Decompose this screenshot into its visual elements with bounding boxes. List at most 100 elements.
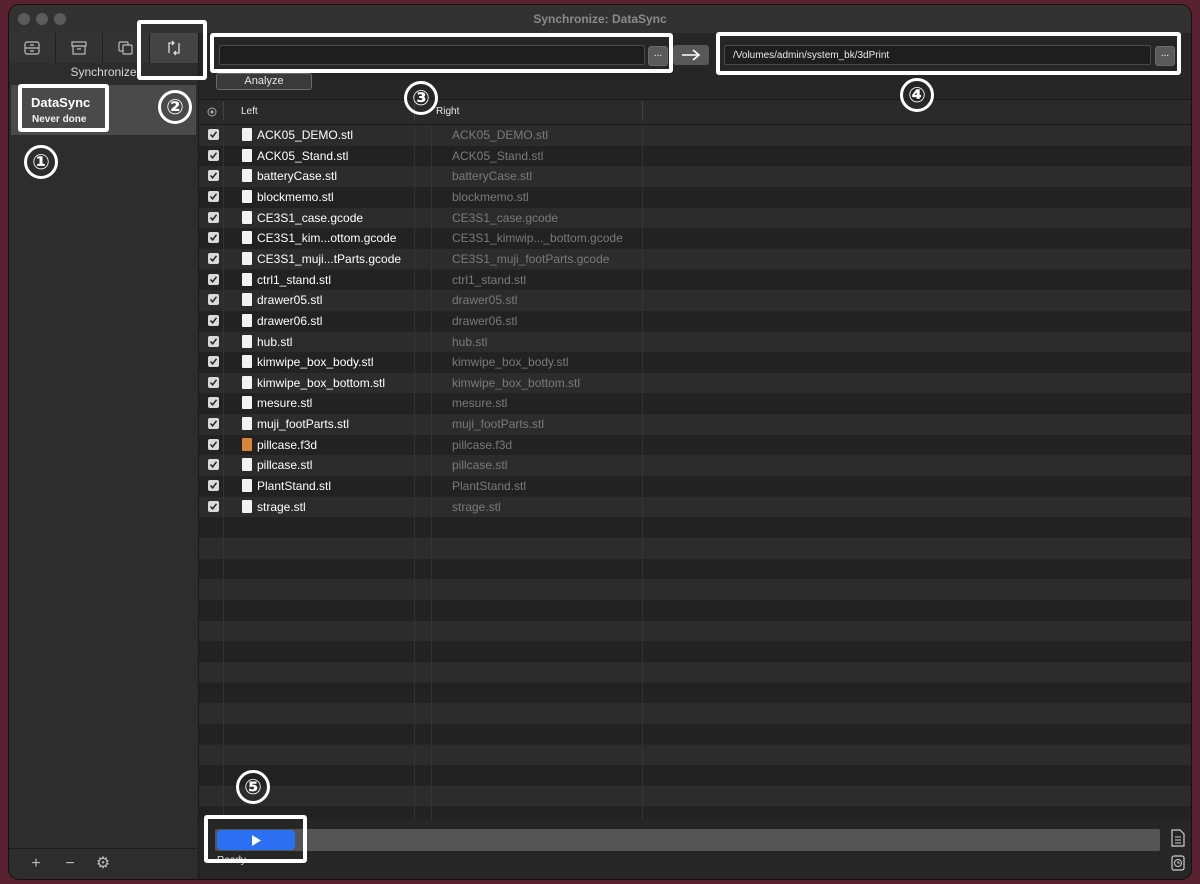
left-file-name: blockmemo.stl	[257, 189, 334, 204]
checkmark-icon	[209, 503, 218, 510]
table-row[interactable]: muji_footParts.stl muji_footParts.stl	[199, 414, 1191, 435]
column-line	[431, 125, 432, 825]
row-checkbox[interactable]	[208, 232, 219, 244]
row-checkbox[interactable]	[208, 418, 219, 430]
row-checkbox[interactable]	[208, 129, 219, 140]
table-row[interactable]: batteryCase.stl batteryCase.stl	[199, 166, 1191, 187]
row-checkbox[interactable]	[208, 480, 219, 492]
document-file-icon	[242, 417, 252, 431]
table-row[interactable]: drawer05.stl drawer05.stl	[199, 290, 1191, 311]
left-file-name: pillcase.f3d	[257, 437, 318, 452]
table-row[interactable]: CE3S1_case.gcode CE3S1_case.gcode	[199, 207, 1191, 229]
row-checkbox[interactable]	[208, 294, 219, 306]
right-file-name: blockmemo.stl	[452, 189, 529, 204]
left-file-name: CE3S1_case.gcode	[257, 210, 364, 225]
right-file-name: hub.stl	[452, 334, 488, 349]
column-line	[642, 125, 643, 825]
table-row[interactable]: hub.stl hub.stl	[199, 331, 1191, 353]
history-clock-icon[interactable]	[1171, 855, 1185, 871]
table-row[interactable]: kimwipe_box_bottom.stl kimwipe_box_bottom…	[199, 372, 1191, 394]
table-row[interactable]: ACK05_DEMO.stl ACK05_DEMO.stl	[199, 125, 1191, 146]
table-row[interactable]: strage.stl strage.stl	[199, 496, 1191, 518]
table-row[interactable]: mesure.stl mesure.stl	[199, 393, 1191, 415]
checkmark-icon	[209, 193, 218, 200]
copy-icon	[118, 41, 133, 55]
document-file-icon	[242, 148, 252, 162]
app-window: Synchronize: DataSync Synchronize DataSy…	[9, 5, 1191, 879]
left-file-name: hub.stl	[257, 334, 293, 349]
annotation-box-1	[18, 84, 109, 132]
checkmark-icon	[209, 399, 218, 407]
right-file-name: kimwipe_box_body.stl	[452, 355, 569, 370]
row-checkbox[interactable]	[208, 438, 219, 450]
right-file-name: CE3S1_case.gcode	[452, 210, 559, 225]
list-icon	[24, 41, 40, 55]
table-row[interactable]: CE3S1_kim...ottom.gcode CE3S1_kimwip..._b…	[199, 228, 1191, 249]
table-row[interactable]: ACK05_Stand.stl ACK05_Stand.stl	[199, 145, 1191, 167]
empty-row	[199, 682, 1191, 704]
tab-archive[interactable]	[56, 33, 103, 63]
annotation-box-3	[210, 33, 673, 73]
row-checkbox[interactable]	[208, 500, 219, 512]
row-checkbox[interactable]	[208, 170, 219, 182]
sync-direction-button[interactable]	[673, 45, 709, 65]
table-header: Left Right	[199, 99, 1191, 125]
table-row[interactable]: pillcase.f3d pillcase.f3d	[199, 434, 1191, 456]
document-file-icon	[242, 396, 252, 410]
right-file-name: ACK05_Stand.stl	[452, 148, 544, 163]
table-row[interactable]: kimwipe_box_body.stl kimwipe_box_body.stl	[199, 352, 1191, 373]
row-checkbox[interactable]	[208, 273, 219, 285]
checkmark-icon	[209, 461, 218, 469]
empty-row	[199, 765, 1191, 786]
left-file-name: strage.stl	[257, 499, 306, 514]
column-header-left[interactable]: Left	[241, 106, 258, 117]
empty-row	[199, 723, 1191, 745]
table-row[interactable]: ctrl1_stand.stl ctrl1_stand.stl	[199, 269, 1191, 291]
row-checkbox[interactable]	[208, 149, 219, 161]
row-checkbox[interactable]	[208, 335, 219, 347]
select-all-icon[interactable]	[207, 107, 217, 117]
remove-task-button[interactable]: −	[61, 855, 79, 873]
checkmark-icon	[209, 151, 218, 159]
right-file-name: muji_footParts.stl	[452, 417, 545, 432]
table-row[interactable]: PlantStand.stl PlantStand.stl	[199, 476, 1191, 497]
analyze-button[interactable]: Analyze	[216, 73, 312, 90]
checkmark-icon	[209, 379, 218, 386]
document-file-icon	[242, 189, 252, 203]
row-checkbox[interactable]	[208, 252, 219, 264]
main-panel: ... /Volumes/admin/system_bk/3dPrint ...…	[199, 33, 1191, 879]
left-file-name: CE3S1_kim...ottom.gcode	[257, 231, 397, 246]
row-checkbox[interactable]	[208, 211, 219, 223]
right-file-name: ACK05_DEMO.stl	[452, 128, 549, 142]
row-checkbox[interactable]	[208, 397, 219, 409]
right-file-name: batteryCase.stl	[452, 169, 533, 184]
column-header-right[interactable]: Right	[436, 106, 459, 117]
table-row[interactable]: drawer06.stl drawer06.stl	[199, 310, 1191, 332]
annotation-box-4	[716, 32, 1181, 75]
row-checkbox[interactable]	[208, 314, 219, 326]
row-checkbox[interactable]	[208, 190, 219, 202]
left-file-name: pillcase.stl	[257, 458, 313, 473]
row-checkbox[interactable]	[208, 356, 219, 368]
table-row[interactable]: CE3S1_muji...tParts.gcode CE3S1_muji_foot…	[199, 248, 1191, 270]
document-file-icon	[242, 479, 252, 493]
tab-list[interactable]	[9, 33, 56, 63]
row-checkbox[interactable]	[208, 376, 219, 388]
empty-row	[199, 785, 1191, 807]
document-file-icon	[242, 293, 252, 307]
progress-bar	[215, 829, 1160, 851]
document-file-icon	[242, 334, 252, 348]
log-document-icon[interactable]	[1171, 829, 1185, 847]
bottom-bar: Ready	[199, 819, 1191, 879]
empty-row	[199, 744, 1191, 766]
settings-gear-icon[interactable]: ⚙	[94, 855, 112, 873]
add-task-button[interactable]: +	[27, 855, 45, 873]
table-row[interactable]: blockmemo.stl blockmemo.stl	[199, 186, 1191, 208]
document-file-icon	[242, 499, 252, 513]
left-file-name: PlantStand.stl	[257, 479, 332, 494]
table-row[interactable]: pillcase.stl pillcase.stl	[199, 455, 1191, 476]
checkmark-icon	[209, 275, 218, 283]
document-file-icon	[242, 313, 252, 327]
right-file-name: drawer06.stl	[452, 313, 518, 328]
row-checkbox[interactable]	[208, 459, 219, 471]
